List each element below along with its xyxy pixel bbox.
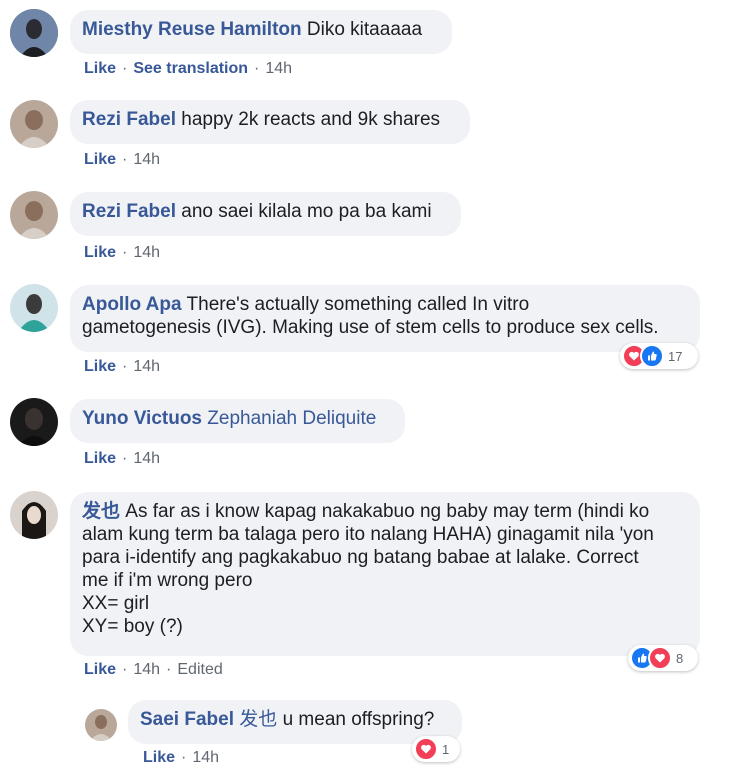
comment-text: ano saei kilala mo pa ba kami [181, 201, 432, 222]
like-link[interactable]: Like [84, 244, 116, 261]
avatar[interactable] [10, 284, 58, 332]
like-link[interactable]: Like [84, 358, 116, 375]
commenter-name[interactable]: Saei Fabel [140, 709, 234, 730]
comment-text-line: XY= boy (?) [82, 616, 183, 637]
comment-bubble: Rezi Fabel happy 2k reacts and 9k shares [70, 100, 470, 144]
love-reaction-icon [414, 737, 438, 761]
comment-bubble: Apollo Apa There's actually something ca… [70, 285, 700, 352]
timestamp[interactable]: 14h [133, 244, 160, 261]
comment-actions: Like · 14h [84, 450, 161, 467]
commenter-name[interactable]: Rezi Fabel [82, 109, 176, 130]
avatar[interactable] [10, 491, 58, 539]
comment-actions: Like · 14h [143, 749, 220, 766]
reaction-count: 17 [668, 348, 683, 364]
like-link[interactable]: Like [84, 661, 116, 678]
timestamp[interactable]: 14h [265, 60, 292, 77]
reaction-summary[interactable]: 17 [620, 343, 698, 369]
comment-bubble: 发也 As far as i know kapag nakakabuo ng b… [70, 492, 700, 656]
comment-text: u mean offspring? [282, 709, 435, 730]
comment-bubble: Miesthy Reuse Hamilton Diko kitaaaaa [70, 10, 452, 54]
timestamp[interactable]: 14h [192, 749, 219, 766]
comment-text-line: As far as i know kapag nakakabuo ng baby… [125, 501, 650, 522]
avatar[interactable] [85, 709, 117, 741]
comment-bubble: Saei Fabel 发也 u mean offspring? [128, 700, 462, 744]
avatar[interactable] [10, 398, 58, 446]
like-reaction-icon [640, 344, 664, 368]
edited-label[interactable]: Edited [177, 661, 222, 678]
see-translation-link[interactable]: See translation [133, 60, 248, 77]
commenter-name[interactable]: Miesthy Reuse Hamilton [82, 19, 302, 40]
comment-text-line: gametogenesis (IVG). Making use of stem … [82, 317, 659, 338]
comment-actions: Like · 14h [84, 244, 161, 261]
comment-actions: Like · 14h [84, 358, 161, 375]
comment-text-line: me if i'm wrong pero [82, 570, 253, 591]
care-reaction-icon [648, 646, 672, 670]
timestamp[interactable]: 14h [133, 661, 160, 678]
comment-bubble: Rezi Fabel ano saei kilala mo pa ba kami [70, 192, 461, 236]
comment-text-line: para i-identify ang pagkakabuo ng batang… [82, 547, 639, 568]
comment-text: Diko kitaaaaa [306, 19, 423, 40]
reaction-count: 8 [676, 650, 684, 666]
reaction-count: 1 [442, 741, 450, 757]
avatar[interactable] [10, 191, 58, 239]
mention-link[interactable]: 发也 [239, 709, 277, 730]
mention-link[interactable]: Zephaniah Deliquite [207, 408, 376, 429]
commenter-name[interactable]: Apollo Apa [82, 294, 182, 315]
comment-text-line: alam kung term ba talaga pero ito nalang… [82, 524, 654, 545]
avatar[interactable] [10, 9, 58, 57]
reaction-summary[interactable]: 8 [628, 645, 698, 671]
comment-bubble: Yuno Victuos Zephaniah Deliquite [70, 399, 405, 443]
comment-text-line: XX= girl [82, 593, 150, 614]
comment-text-line: There's actually something called In vit… [186, 294, 530, 315]
like-link[interactable]: Like [84, 151, 116, 168]
like-link[interactable]: Like [143, 749, 175, 766]
timestamp[interactable]: 14h [133, 450, 160, 467]
avatar[interactable] [10, 100, 58, 148]
reaction-summary[interactable]: 1 [412, 736, 460, 762]
timestamp[interactable]: 14h [133, 358, 160, 375]
comment-actions: Like · See translation · 14h [84, 60, 293, 77]
comment-text: happy 2k reacts and 9k shares [181, 109, 441, 130]
comment-actions: Like · 14h · Edited [84, 661, 223, 678]
like-link[interactable]: Like [84, 60, 116, 77]
commenter-name[interactable]: 发也 [82, 501, 120, 522]
commenter-name[interactable]: Yuno Victuos [82, 408, 202, 429]
timestamp[interactable]: 14h [133, 151, 160, 168]
comment-actions: Like · 14h [84, 151, 161, 168]
like-link[interactable]: Like [84, 450, 116, 467]
commenter-name[interactable]: Rezi Fabel [82, 201, 176, 222]
